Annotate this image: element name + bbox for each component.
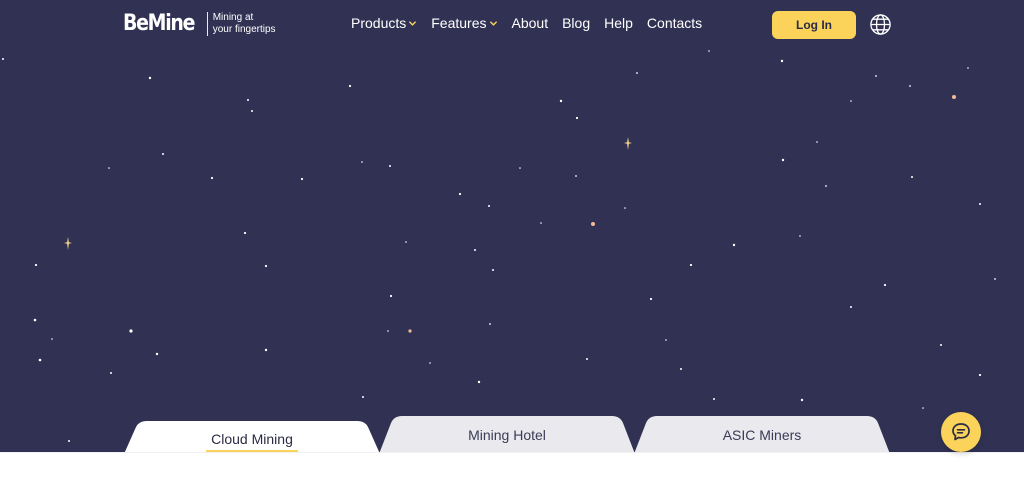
login-button[interactable]: Log In [772, 11, 856, 39]
nav-item-contacts[interactable]: Contacts [647, 15, 702, 31]
brand-tagline: Mining at your fingertips [213, 12, 276, 36]
nav-item-label: Help [604, 15, 633, 31]
tagline-line-1: Mining at [212, 11, 254, 23]
nav-item-label: Features [431, 15, 487, 31]
starfield [2, 50, 996, 442]
nav-item-blog[interactable]: Blog [562, 15, 590, 31]
content-area [0, 452, 1024, 485]
nav-item-help[interactable]: Help [604, 15, 633, 31]
nav-item-label: Contacts [646, 15, 703, 31]
tab-label: Cloud Mining [211, 431, 293, 447]
site-header: BeMine Mining at your fingertips Product… [0, 0, 1024, 50]
product-tabs: Mining Hotel ASIC Miners Cloud Mining [0, 412, 1024, 452]
nav-item-label: About [511, 15, 549, 31]
logo-divider [206, 11, 208, 36]
hero-section: BeMine Mining at your fingertips Product… [0, 0, 1024, 452]
nav-item-label: Blog [562, 15, 591, 31]
globe-icon[interactable] [869, 13, 892, 36]
tab-asic-miners[interactable]: ASIC Miners [634, 415, 890, 452]
nav-item-about[interactable]: About [512, 15, 549, 31]
brand-name: BeMine [123, 11, 195, 36]
main-nav: Products Features About Blog Help Contac… [351, 15, 702, 31]
tab-label: Mining Hotel [468, 427, 546, 443]
nav-item-label: Products [351, 15, 407, 31]
tagline-line-2: your fingertips [212, 23, 276, 35]
chevron-down-icon [489, 21, 497, 26]
nav-item-products[interactable]: Products [351, 15, 417, 31]
tab-label: ASIC Miners [722, 427, 802, 443]
brand-logo[interactable]: BeMine Mining at your fingertips [123, 11, 276, 36]
nav-item-features[interactable]: Features [431, 15, 497, 31]
chat-button[interactable] [941, 412, 981, 452]
chevron-down-icon [409, 21, 417, 26]
tab-cloud-mining[interactable]: Cloud Mining [124, 420, 380, 452]
tab-mining-hotel[interactable]: Mining Hotel [379, 415, 635, 452]
chat-bubble-icon [952, 423, 970, 441]
